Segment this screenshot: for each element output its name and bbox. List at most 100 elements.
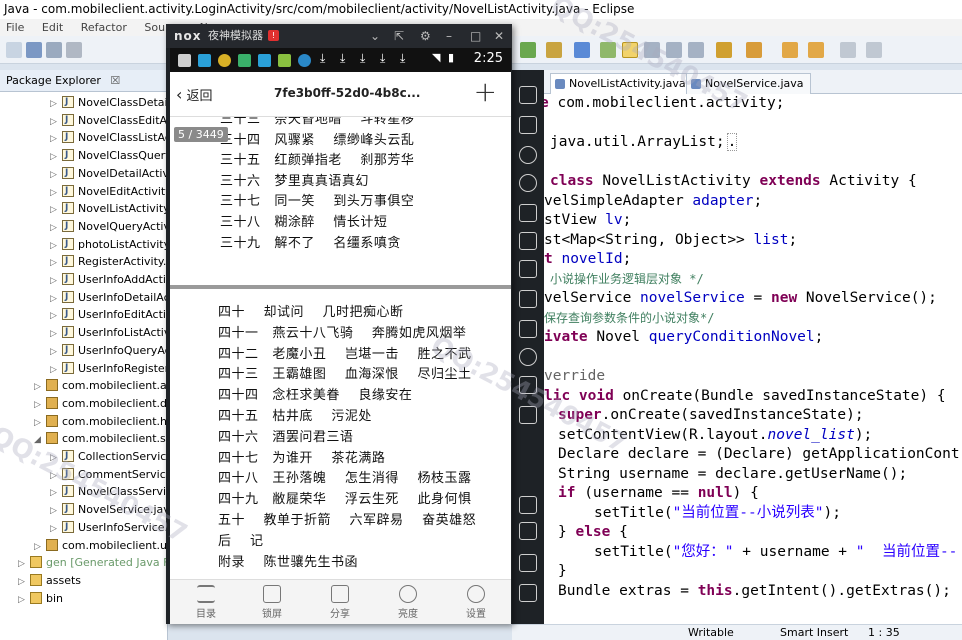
prev-annotation-icon[interactable] bbox=[746, 42, 762, 58]
tree-item-file[interactable]: ▷photoListActivity. bbox=[50, 236, 172, 253]
chevron-right-icon[interactable]: ▷ bbox=[50, 450, 62, 467]
highlight-icon[interactable] bbox=[622, 42, 638, 58]
keyboard-icon[interactable] bbox=[519, 116, 537, 134]
tree-item-file[interactable]: ▷UserInfoEditActiv bbox=[50, 306, 172, 323]
pin-icon[interactable]: ⇱ bbox=[394, 24, 404, 48]
tree-item-file[interactable]: ▷NovelEditActivity bbox=[50, 183, 172, 200]
gear-icon[interactable]: ⚙ bbox=[420, 24, 431, 48]
tree-item-file[interactable]: ▷NovelClassEditA bbox=[50, 112, 167, 129]
nav-brightness[interactable]: 亮度 bbox=[378, 580, 438, 625]
tree-item-folder[interactable]: ▷ gen [Generated Java Fi bbox=[18, 554, 172, 571]
forward-icon[interactable] bbox=[808, 42, 824, 58]
build-icon[interactable] bbox=[546, 42, 562, 58]
search-icon[interactable] bbox=[574, 42, 590, 58]
chevron-right-icon[interactable]: ◢ bbox=[34, 432, 46, 449]
tree-item-file[interactable]: ▷UserInfoDetailAc bbox=[50, 289, 170, 306]
nav-settings[interactable]: 设置 bbox=[446, 580, 506, 625]
chevron-right-icon[interactable]: ▷ bbox=[50, 362, 62, 379]
screenshot-icon[interactable] bbox=[519, 496, 537, 514]
tree-item-file[interactable]: ▷NovelService.java bbox=[50, 501, 177, 518]
chevron-right-icon[interactable]: ▷ bbox=[50, 273, 62, 290]
tree-item-file[interactable]: ▷NovelDetailActiv bbox=[50, 165, 169, 182]
chevron-right-icon[interactable]: ▷ bbox=[50, 503, 62, 520]
android-recent-icon[interactable] bbox=[519, 584, 537, 602]
chevron-right-icon[interactable]: ▷ bbox=[50, 291, 62, 308]
chevron-right-icon[interactable]: ▷ bbox=[50, 114, 62, 131]
more-icon[interactable] bbox=[519, 406, 537, 424]
multi-window-icon[interactable] bbox=[519, 376, 537, 394]
history-icon[interactable] bbox=[840, 42, 856, 58]
android-back-icon[interactable] bbox=[519, 522, 537, 540]
next-annotation-icon[interactable] bbox=[716, 42, 732, 58]
run-icon[interactable] bbox=[520, 42, 536, 58]
save-icon[interactable] bbox=[26, 42, 42, 58]
android-home-icon[interactable] bbox=[519, 554, 537, 572]
chevron-right-icon[interactable]: ▷ bbox=[50, 167, 62, 184]
tree-item-file[interactable]: ▷CollectionService bbox=[50, 448, 173, 465]
tree-item-file[interactable]: ▷UserInfoAddActi bbox=[50, 271, 166, 288]
minimize-icon[interactable]: – bbox=[446, 24, 452, 48]
chevron-right-icon[interactable]: ▷ bbox=[50, 485, 62, 502]
back-button[interactable]: ‹ 返回 bbox=[176, 85, 213, 104]
tree-item-file[interactable]: ▷NovelClassServic bbox=[50, 483, 172, 500]
menu-file[interactable]: File bbox=[6, 19, 24, 36]
chevron-right-icon[interactable]: ▷ bbox=[50, 185, 62, 202]
trash-icon[interactable] bbox=[519, 86, 537, 104]
reader-content[interactable]: 三十三 奈天昏地暗 斗转星移 三十四 风骤紧 缥缈峰头云乱 三十五 红颜弹指老 刹那… bbox=[170, 117, 511, 579]
chevron-right-icon[interactable]: ▷ bbox=[18, 556, 30, 573]
chevron-down-icon[interactable]: ⌄ bbox=[370, 24, 380, 48]
tree-item-file[interactable]: ▷RegisterActivity.j bbox=[50, 253, 169, 270]
tree-item-file[interactable]: ▷NovelClassListAc bbox=[50, 129, 171, 146]
volume-down-icon[interactable] bbox=[519, 290, 537, 308]
chevron-right-icon[interactable]: ▷ bbox=[50, 220, 62, 237]
toggle-mark-icon[interactable] bbox=[600, 42, 616, 58]
screen-icon[interactable] bbox=[519, 204, 537, 222]
tree-item-file[interactable]: ▷CommentService bbox=[50, 466, 173, 483]
print-icon[interactable] bbox=[66, 42, 82, 58]
save-all-icon[interactable] bbox=[46, 42, 62, 58]
code-area[interactable]: e com.mobileclient.activity; java.util.A… bbox=[512, 94, 962, 624]
chevron-right-icon[interactable]: ▷ bbox=[34, 379, 46, 396]
chevron-right-icon[interactable]: ▷ bbox=[50, 326, 62, 343]
tree-item-file[interactable]: ▷UserInfoRegister bbox=[50, 360, 169, 377]
chevron-right-icon[interactable]: ▷ bbox=[50, 344, 62, 361]
alert-icon[interactable]: ! bbox=[268, 30, 279, 41]
chevron-right-icon[interactable]: ▷ bbox=[50, 308, 62, 325]
tree-item-package[interactable]: ▷ com.mobileclient.uti bbox=[34, 537, 174, 554]
fullscreen-icon[interactable] bbox=[519, 232, 537, 250]
tree-item-package[interactable]: ▷ com.mobileclient.ap bbox=[34, 377, 174, 394]
chevron-right-icon[interactable]: ▷ bbox=[34, 415, 46, 432]
tree-item-file[interactable]: ▷UserInfoQueryAc bbox=[50, 342, 171, 359]
tree-item-folder[interactable]: ▷ assets bbox=[18, 572, 81, 589]
chevron-right-icon[interactable]: ▷ bbox=[50, 96, 62, 113]
chevron-right-icon[interactable]: ▷ bbox=[18, 574, 30, 591]
tab-novel-service[interactable]: NovelService.java bbox=[686, 73, 811, 94]
apk-install-icon[interactable] bbox=[519, 320, 537, 338]
menu-refactor[interactable]: Refactor bbox=[81, 19, 127, 36]
new-icon[interactable] bbox=[6, 42, 22, 58]
scissors-icon[interactable] bbox=[519, 146, 537, 164]
shake-icon[interactable] bbox=[519, 348, 537, 366]
volume-up-icon[interactable] bbox=[519, 260, 537, 278]
back-icon[interactable] bbox=[782, 42, 798, 58]
whitespace-icon[interactable] bbox=[666, 42, 682, 58]
chevron-right-icon[interactable]: ▷ bbox=[50, 255, 62, 272]
nav-toc[interactable]: 目录 bbox=[176, 580, 236, 625]
block-select-icon[interactable] bbox=[644, 42, 660, 58]
chevron-right-icon[interactable]: ▷ bbox=[18, 592, 30, 609]
menu-edit[interactable]: Edit bbox=[42, 19, 63, 36]
history-forward-icon[interactable] bbox=[866, 42, 882, 58]
nav-share[interactable]: 分享 bbox=[310, 580, 370, 625]
chevron-right-icon[interactable]: ▷ bbox=[50, 202, 62, 219]
close-icon[interactable]: ✕ bbox=[494, 24, 504, 48]
chevron-right-icon[interactable]: ▷ bbox=[34, 397, 46, 414]
tree-item-file[interactable]: ▷NovelQueryActiv bbox=[50, 218, 170, 235]
tree-item-package[interactable]: ▷ com.mobileclient.ha bbox=[34, 413, 174, 430]
chevron-right-icon[interactable]: ▷ bbox=[50, 131, 62, 148]
chevron-right-icon[interactable]: ▷ bbox=[50, 521, 62, 538]
tree-item-file[interactable]: ▷NovelClassQuery bbox=[50, 147, 172, 164]
tree-item-file[interactable]: ▷NovelListActivity. bbox=[50, 200, 172, 217]
chevron-right-icon[interactable]: ▷ bbox=[50, 149, 62, 166]
chevron-right-icon[interactable]: ▷ bbox=[50, 468, 62, 485]
maximize-icon[interactable]: □ bbox=[470, 24, 481, 48]
